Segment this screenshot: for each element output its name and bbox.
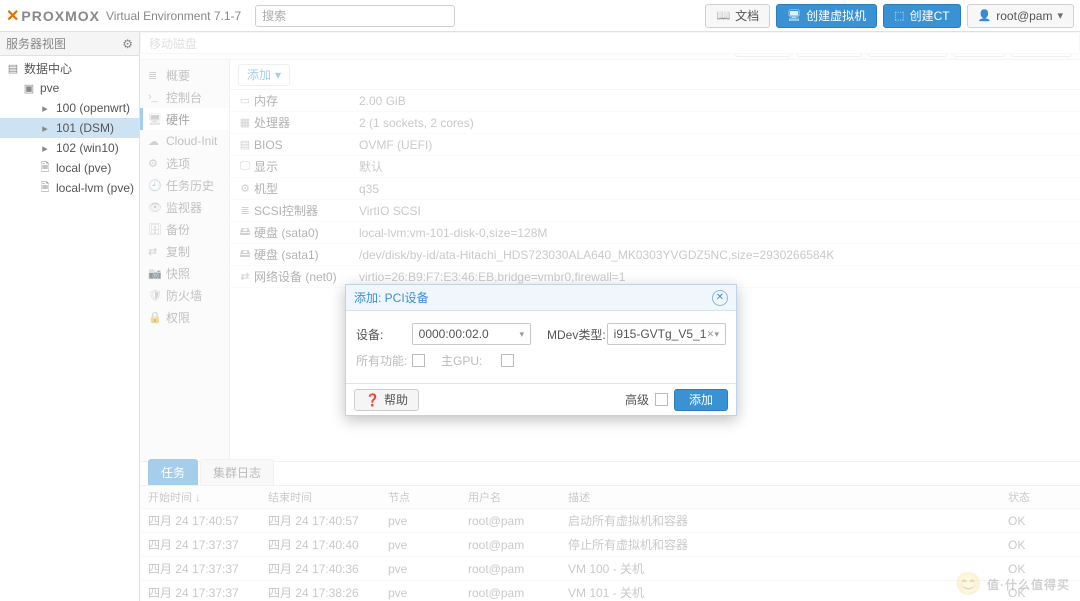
search-placeholder: 搜索 — [262, 7, 286, 24]
left-panel: 服务器视图 ⚙ ▤ 数据中心 ▣ pve ▸ 100 (openwrt) ▸ 101 (DSM… — [0, 32, 140, 601]
tree-icon: 🗎 — [38, 159, 52, 178]
primary-gpu-label: 主GPU: — [441, 352, 501, 369]
close-icon[interactable]: ✕ — [712, 290, 728, 306]
modal-add-button[interactable]: 添加 — [674, 389, 728, 411]
resource-tree: ▤ 数据中心 ▣ pve ▸ 100 (openwrt) ▸ 101 (DSM) ▸ 102 (w… — [0, 56, 139, 200]
tree-item-4[interactable]: ▸ 102 (win10) — [0, 138, 139, 158]
gear-icon[interactable]: ⚙ — [122, 37, 133, 51]
all-functions-label: 所有功能: — [356, 352, 412, 369]
tree-icon: 🗎 — [38, 179, 52, 198]
modal-help-button[interactable]: ❓帮助 — [354, 389, 419, 411]
tree-item-2[interactable]: ▸ 100 (openwrt) — [0, 98, 139, 118]
device-label: 设备: — [356, 326, 412, 343]
user-icon: 👤 — [978, 9, 992, 22]
search-input[interactable]: 搜索 — [255, 5, 455, 27]
book-icon: 📖 — [716, 9, 730, 22]
cube-icon: ⬚ — [894, 9, 904, 22]
tree-item-0[interactable]: ▤ 数据中心 — [0, 58, 139, 78]
tree-icon: ▸ — [38, 142, 52, 155]
modal-title: 添加: PCI设备 — [354, 289, 429, 306]
tree-item-5[interactable]: 🗎 local (pve) — [0, 158, 139, 178]
user-menu-button[interactable]: 👤root@pam▾ — [967, 4, 1074, 28]
chevron-down-icon: ▾ — [519, 329, 524, 340]
tree-icon: ▣ — [22, 82, 36, 95]
create-ct-button[interactable]: ⬚创建CT — [883, 4, 960, 28]
primary-gpu-checkbox[interactable] — [501, 354, 514, 367]
tree-icon: ▸ — [38, 122, 52, 135]
tree-label: 100 (openwrt) — [56, 101, 130, 115]
tree-label: local-lvm (pve) — [56, 181, 134, 195]
monitor-icon: 🖥 — [787, 9, 801, 22]
pci-add-modal: 添加: PCI设备 ✕ 设备: 0000:00:02.0▾ MDev类型: i9… — [345, 284, 737, 416]
tree-item-3[interactable]: ▸ 101 (DSM) — [0, 118, 139, 138]
help-icon: ❓ — [365, 393, 380, 407]
product-version: Virtual Environment 7.1-7 — [106, 9, 241, 23]
docs-button[interactable]: 📖文档 — [705, 4, 770, 28]
mdev-select[interactable]: i915-GVTg_V5_1✕▾ — [607, 323, 726, 345]
tree-item-1[interactable]: ▣ pve — [0, 78, 139, 98]
modal-titlebar[interactable]: 添加: PCI设备 ✕ — [346, 285, 736, 311]
device-select[interactable]: 0000:00:02.0▾ — [412, 323, 531, 345]
advanced-label: 高级 — [625, 391, 649, 408]
chevron-down-icon: ▾ — [714, 329, 719, 340]
logo-x-icon: ✕ — [6, 6, 19, 26]
tree-icon: ▸ — [38, 102, 52, 115]
logo: ✕ PROXMOX Virtual Environment 7.1-7 — [6, 6, 241, 26]
create-vm-button[interactable]: 🖥创建虚拟机 — [776, 4, 877, 28]
tree-label: 数据中心 — [24, 60, 72, 77]
advanced-checkbox[interactable] — [655, 393, 668, 406]
clear-icon[interactable]: ✕ — [707, 329, 715, 340]
chevron-down-icon: ▾ — [1057, 9, 1063, 22]
tree-label: 102 (win10) — [56, 141, 119, 155]
mdev-label: MDev类型: — [547, 326, 607, 343]
tree-icon: ▤ — [6, 62, 20, 75]
left-view-label: 服务器视图 — [6, 35, 66, 52]
tree-label: 101 (DSM) — [56, 121, 114, 135]
tree-label: local (pve) — [56, 161, 111, 175]
brand-text: PROXMOX — [21, 8, 100, 24]
tree-label: pve — [40, 81, 59, 95]
tree-item-6[interactable]: 🗎 local-lvm (pve) — [0, 178, 139, 198]
left-view-selector[interactable]: 服务器视图 ⚙ — [0, 32, 139, 56]
all-functions-checkbox[interactable] — [412, 354, 425, 367]
topbar: ✕ PROXMOX Virtual Environment 7.1-7 搜索 📖… — [0, 0, 1080, 32]
